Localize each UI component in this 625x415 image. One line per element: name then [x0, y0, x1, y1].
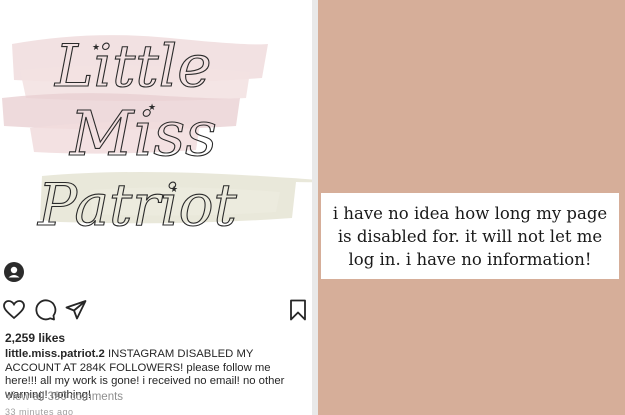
little-miss-patriot-graphic: Little Miss Patriot ★ ★ ★	[2, 31, 312, 240]
caption-username[interactable]: little.miss.patriot.2	[5, 348, 105, 360]
comment-icon[interactable]	[33, 298, 57, 322]
instagram-post: Little Miss Patriot ★ ★ ★ 2,259 likes li	[0, 0, 312, 415]
story-text-box: i have no idea how long my page is disab…	[321, 193, 619, 279]
story-text: i have no idea how long my page is disab…	[332, 203, 608, 269]
svg-text:★: ★	[148, 102, 156, 112]
post-actions	[0, 298, 312, 326]
post-image[interactable]: Little Miss Patriot ★ ★ ★	[0, 0, 312, 292]
svg-text:★: ★	[170, 184, 178, 194]
script-line-1: Little	[54, 32, 212, 100]
post-timestamp: 33 minutes ago	[5, 407, 74, 415]
likes-count[interactable]: 2,259 likes	[5, 331, 65, 345]
bookmark-icon[interactable]	[286, 298, 310, 322]
svg-text:★: ★	[92, 42, 100, 52]
view-comments-link[interactable]: View all 390 comments	[5, 391, 123, 403]
heart-icon[interactable]	[2, 298, 26, 322]
person-icon	[8, 266, 20, 278]
share-icon[interactable]	[64, 298, 88, 322]
avatar[interactable]	[4, 262, 24, 282]
script-line-2: Miss	[69, 97, 217, 170]
script-line-3: Patriot	[37, 171, 238, 239]
